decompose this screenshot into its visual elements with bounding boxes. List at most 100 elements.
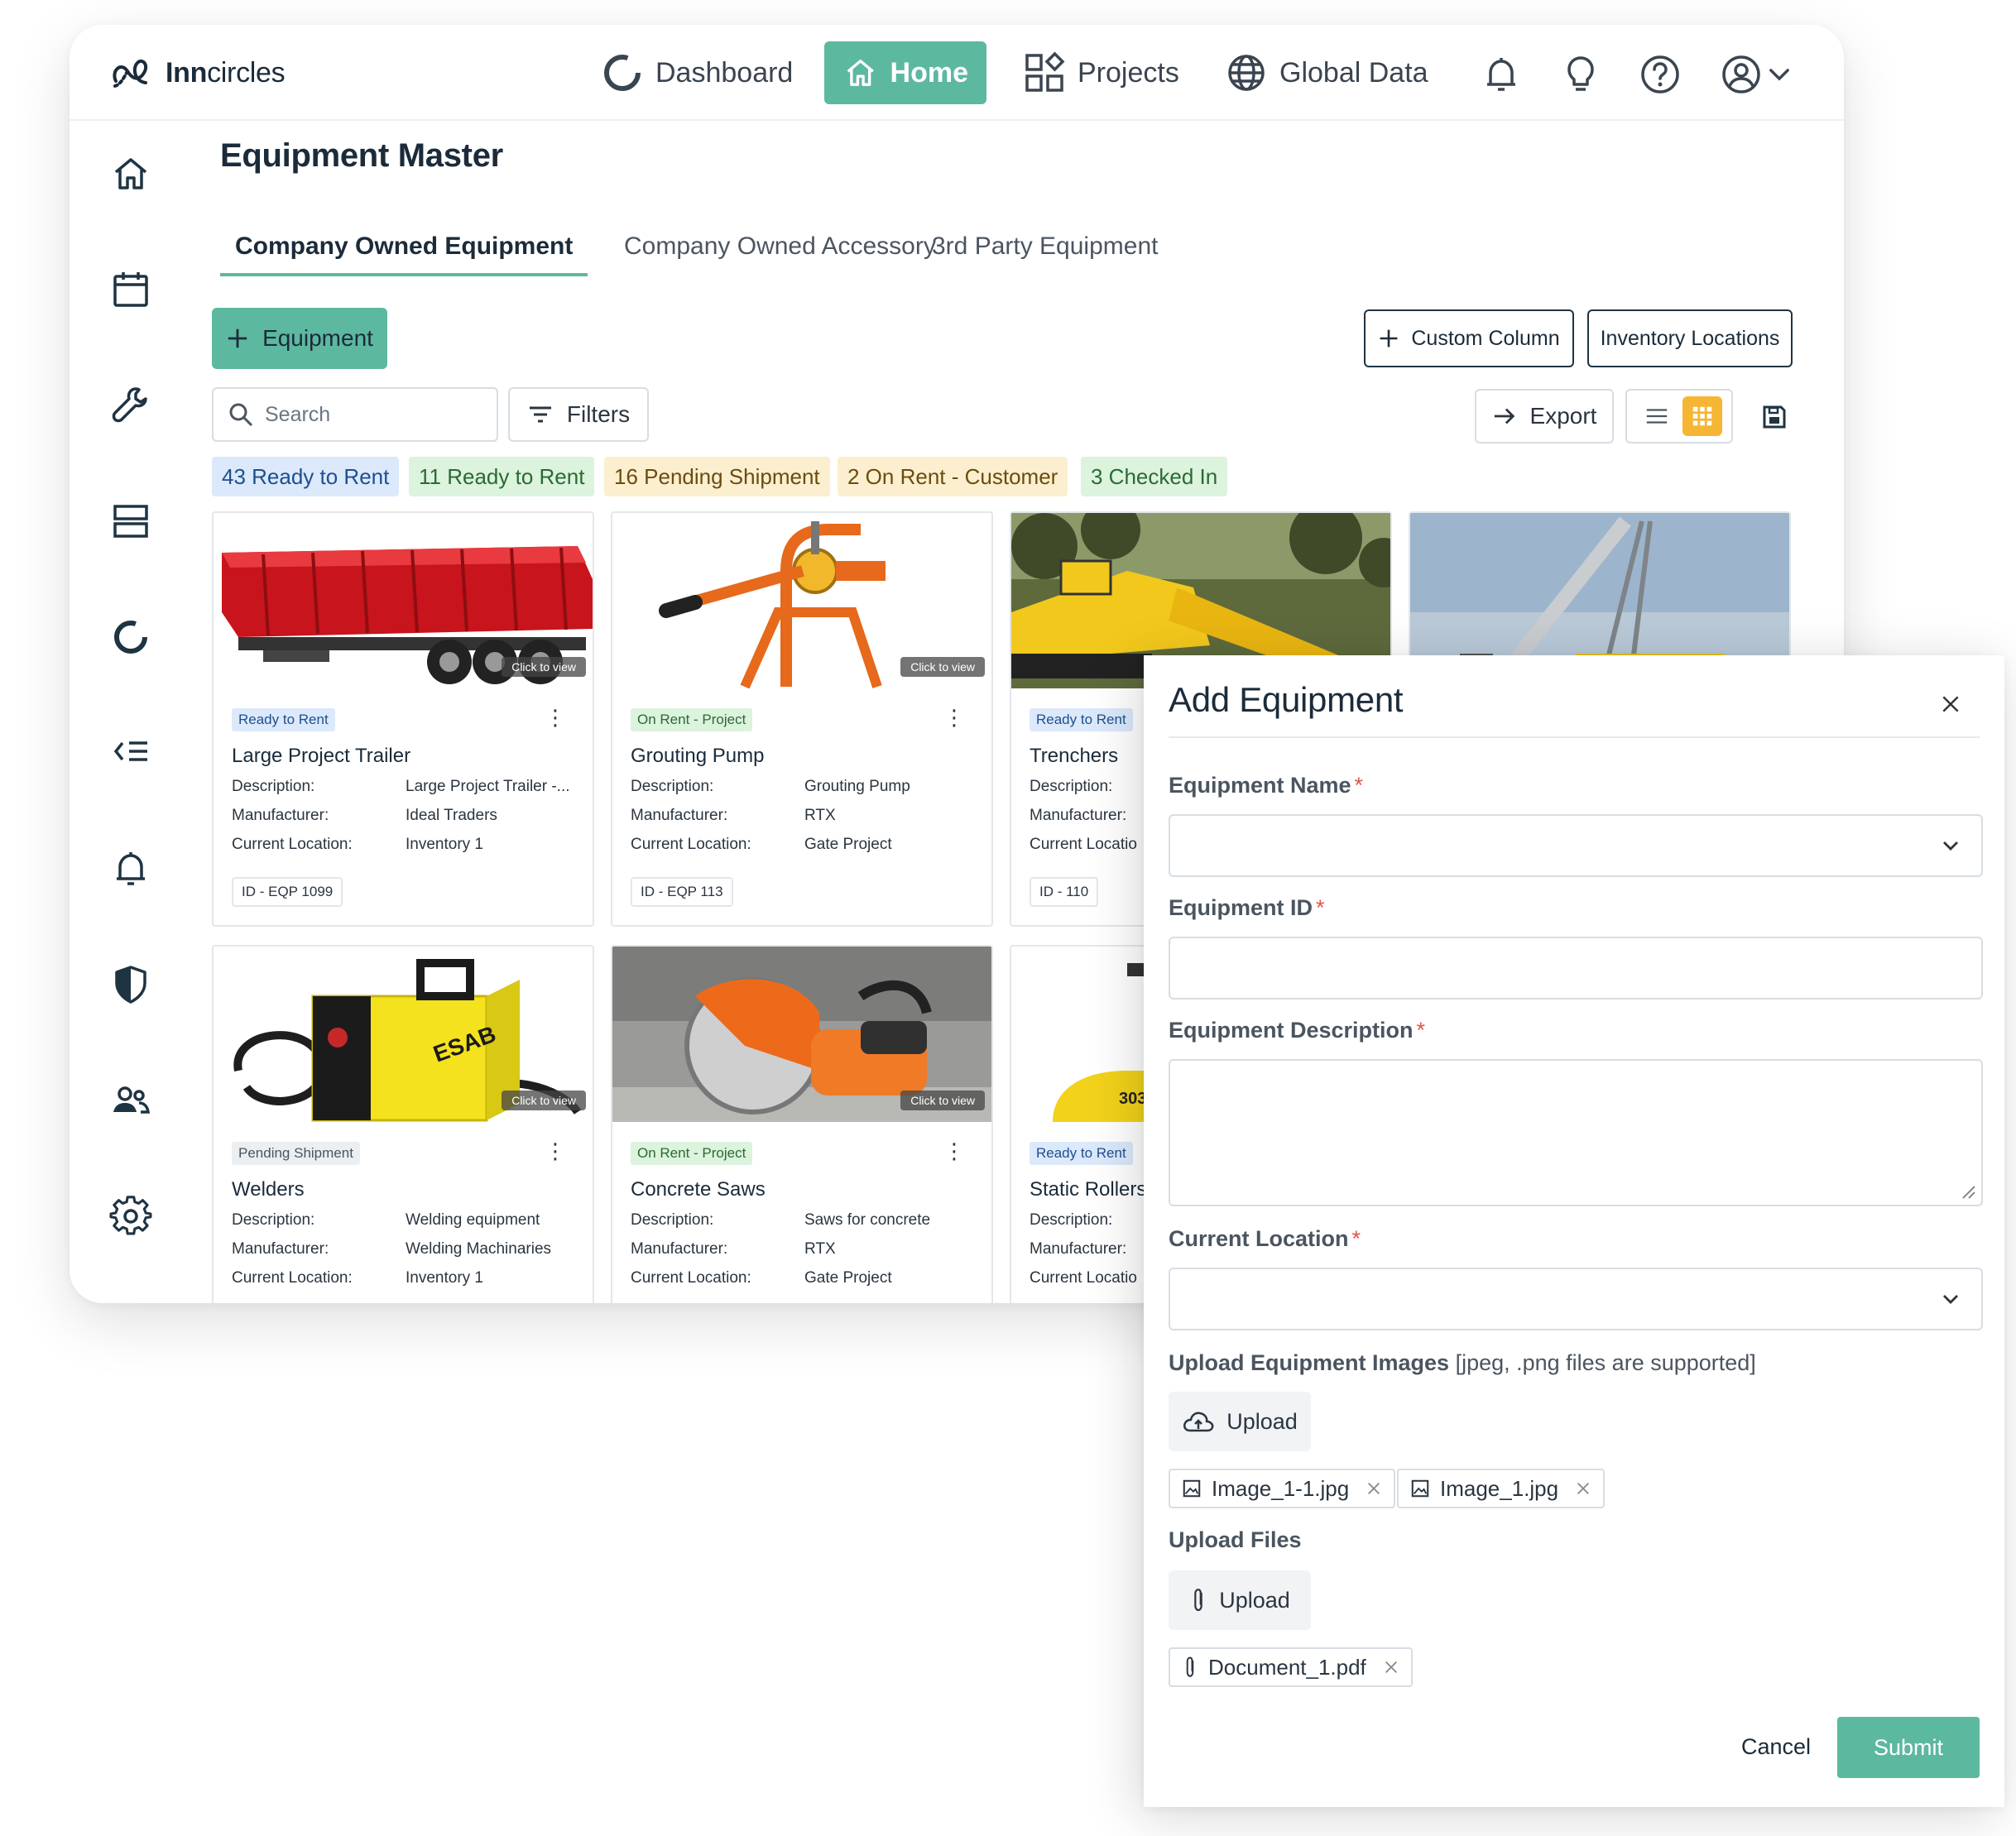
current-location-select[interactable] (1169, 1268, 1983, 1330)
sidebar-calendar[interactable] (103, 261, 159, 318)
kebab-icon: ⋮ (545, 1139, 566, 1163)
card-menu-button[interactable]: ⋮ (943, 707, 965, 728)
upload-images-button[interactable]: Upload (1169, 1392, 1311, 1451)
help-button[interactable] (1635, 50, 1685, 99)
sidebar-tools[interactable] (103, 377, 159, 434)
location-value: Gate Project (804, 836, 892, 853)
status-chip-ready-to-rent-green[interactable]: 11 Ready to Rent (409, 457, 595, 496)
click-to-view-badge[interactable]: Click to view (502, 1091, 586, 1110)
grid-view-button[interactable] (1682, 396, 1722, 436)
image-file-icon (1411, 1479, 1429, 1498)
nav-global-data[interactable]: Global Data (1207, 41, 1447, 104)
tab-company-owned-accessory[interactable]: Company Owned Accessory (609, 223, 951, 270)
upload-images-label: Upload Equipment Images [jpeg, .png file… (1169, 1350, 1756, 1375)
equipment-id-input[interactable] (1170, 938, 1981, 998)
view-mode-toggle (1625, 389, 1733, 443)
status-chip-pending-shipment[interactable]: 16 Pending Shipment (604, 457, 830, 496)
status-chip-checked-in[interactable]: 3 Checked In (1081, 457, 1228, 496)
save-view-button[interactable] (1753, 395, 1796, 439)
card-menu-button[interactable]: ⋮ (943, 1140, 965, 1162)
tab-3rd-party-equipment[interactable]: 3rd Party Equipment (917, 223, 1173, 270)
remove-file-icon[interactable] (1575, 1480, 1591, 1497)
equipment-name-select[interactable] (1169, 814, 1983, 877)
nav-home[interactable]: Home (824, 41, 986, 104)
notifications-bell[interactable] (1476, 50, 1526, 99)
remove-file-icon[interactable] (1366, 1480, 1382, 1497)
list-view-button[interactable] (1637, 396, 1677, 436)
nav-global-data-label: Global Data (1279, 56, 1428, 89)
ideas-button[interactable] (1556, 50, 1606, 99)
card-menu-button[interactable]: ⋮ (545, 1140, 566, 1162)
remove-file-icon[interactable] (1383, 1659, 1399, 1675)
description-value: Welding equipment (406, 1211, 540, 1229)
status-badge: Pending Shipment (232, 1142, 360, 1165)
manufacturer-label: Manufacturer: (631, 1240, 728, 1258)
shield-icon (115, 966, 146, 1004)
status-chip-on-rent-customer[interactable]: 2 On Rent - Customer (838, 457, 1068, 496)
card-menu-button[interactable]: ⋮ (545, 707, 566, 728)
equipment-card[interactable]: Click to view On Rent - Project ⋮ Concre… (611, 945, 993, 1303)
location-label: Current Location: (232, 836, 353, 853)
search-input[interactable] (265, 402, 463, 427)
sidebar-dashboard[interactable] (103, 609, 159, 665)
nav-dashboard-label: Dashboard (655, 56, 794, 89)
click-to-view-badge[interactable]: Click to view (900, 1091, 985, 1110)
custom-column-button[interactable]: Custom Column (1364, 309, 1574, 367)
equipment-image[interactable]: ESAB Click to view (214, 947, 593, 1122)
status-badge: Ready to Rent (232, 708, 335, 731)
export-button[interactable]: Export (1475, 389, 1614, 443)
equipment-card[interactable]: Click to view On Rent - Project ⋮ Grouti… (611, 511, 993, 927)
nav-projects[interactable]: Projects (1005, 41, 1198, 104)
sidebar-storage[interactable] (103, 493, 159, 549)
nav-dashboard[interactable]: Dashboard (583, 41, 811, 104)
click-to-view-badge[interactable]: Click to view (502, 657, 586, 677)
dialog-title: Add Equipment (1169, 680, 1404, 719)
equipment-description-textarea[interactable] (1170, 1061, 1981, 1205)
uploaded-image-chip: Image_1-1.jpg (1169, 1469, 1396, 1508)
equipment-image[interactable]: Click to view (612, 947, 991, 1122)
filters-button[interactable]: Filters (508, 387, 649, 442)
roller-model-text: 303 (1119, 1090, 1146, 1108)
submit-button[interactable]: Submit (1837, 1717, 1980, 1778)
upload-files-button[interactable]: Upload (1169, 1570, 1311, 1630)
globe-icon (1228, 55, 1265, 91)
description-value: Large Project Trailer -... (406, 778, 570, 795)
equipment-image[interactable]: Click to view (214, 513, 593, 688)
close-dialog-button[interactable] (1932, 685, 1970, 723)
home-icon (847, 60, 874, 86)
resize-handle-icon[interactable] (1958, 1182, 1976, 1200)
sidebar-users[interactable] (103, 1072, 159, 1129)
inncircles-logo[interactable]: Inncircles (109, 50, 286, 96)
equipment-id-tag: ID - 110 (1030, 877, 1099, 907)
equipment-card[interactable]: Click to view Ready to Rent ⋮ Large Proj… (212, 511, 594, 927)
inventory-locations-button[interactable]: Inventory Locations (1587, 309, 1793, 367)
equipment-description-field (1169, 1059, 1983, 1206)
nav-home-label: Home (890, 56, 968, 89)
ring-chart-icon (114, 621, 147, 654)
search-icon (229, 403, 253, 427)
sidebar-list[interactable] (103, 725, 159, 781)
chevron-down-icon (1769, 69, 1789, 81)
add-equipment-button[interactable]: Equipment (212, 308, 387, 369)
tab-company-owned-equipment[interactable]: Company Owned Equipment (220, 223, 588, 276)
location-value: Inventory 1 (406, 1269, 483, 1287)
equipment-image[interactable]: Click to view (612, 513, 991, 688)
page-title: Equipment Master (220, 137, 503, 174)
lightbulb-icon (1567, 56, 1594, 91)
account-menu[interactable] (1716, 50, 1766, 99)
manufacturer-label: Manufacturer: (1030, 1240, 1127, 1258)
click-to-view-badge[interactable]: Click to view (900, 657, 985, 677)
sidebar-notifications[interactable] (103, 841, 159, 897)
status-badge: On Rent - Project (631, 1142, 753, 1165)
sidebar-settings[interactable] (103, 1188, 159, 1244)
sidebar-security[interactable] (103, 956, 159, 1013)
cancel-button[interactable]: Cancel (1702, 1717, 1850, 1776)
location-label: Current Location: (631, 1269, 751, 1287)
search-field[interactable] (212, 387, 498, 442)
account-icon (1722, 55, 1760, 93)
uploaded-image-name: Image_1.jpg (1440, 1475, 1559, 1501)
status-chip-ready-to-rent[interactable]: 43 Ready to Rent (212, 457, 400, 496)
account-dropdown[interactable] (1763, 50, 1796, 99)
equipment-card[interactable]: ESAB Click to view Pending Shipment ⋮ We… (212, 945, 594, 1303)
sidebar-home[interactable] (103, 146, 159, 202)
